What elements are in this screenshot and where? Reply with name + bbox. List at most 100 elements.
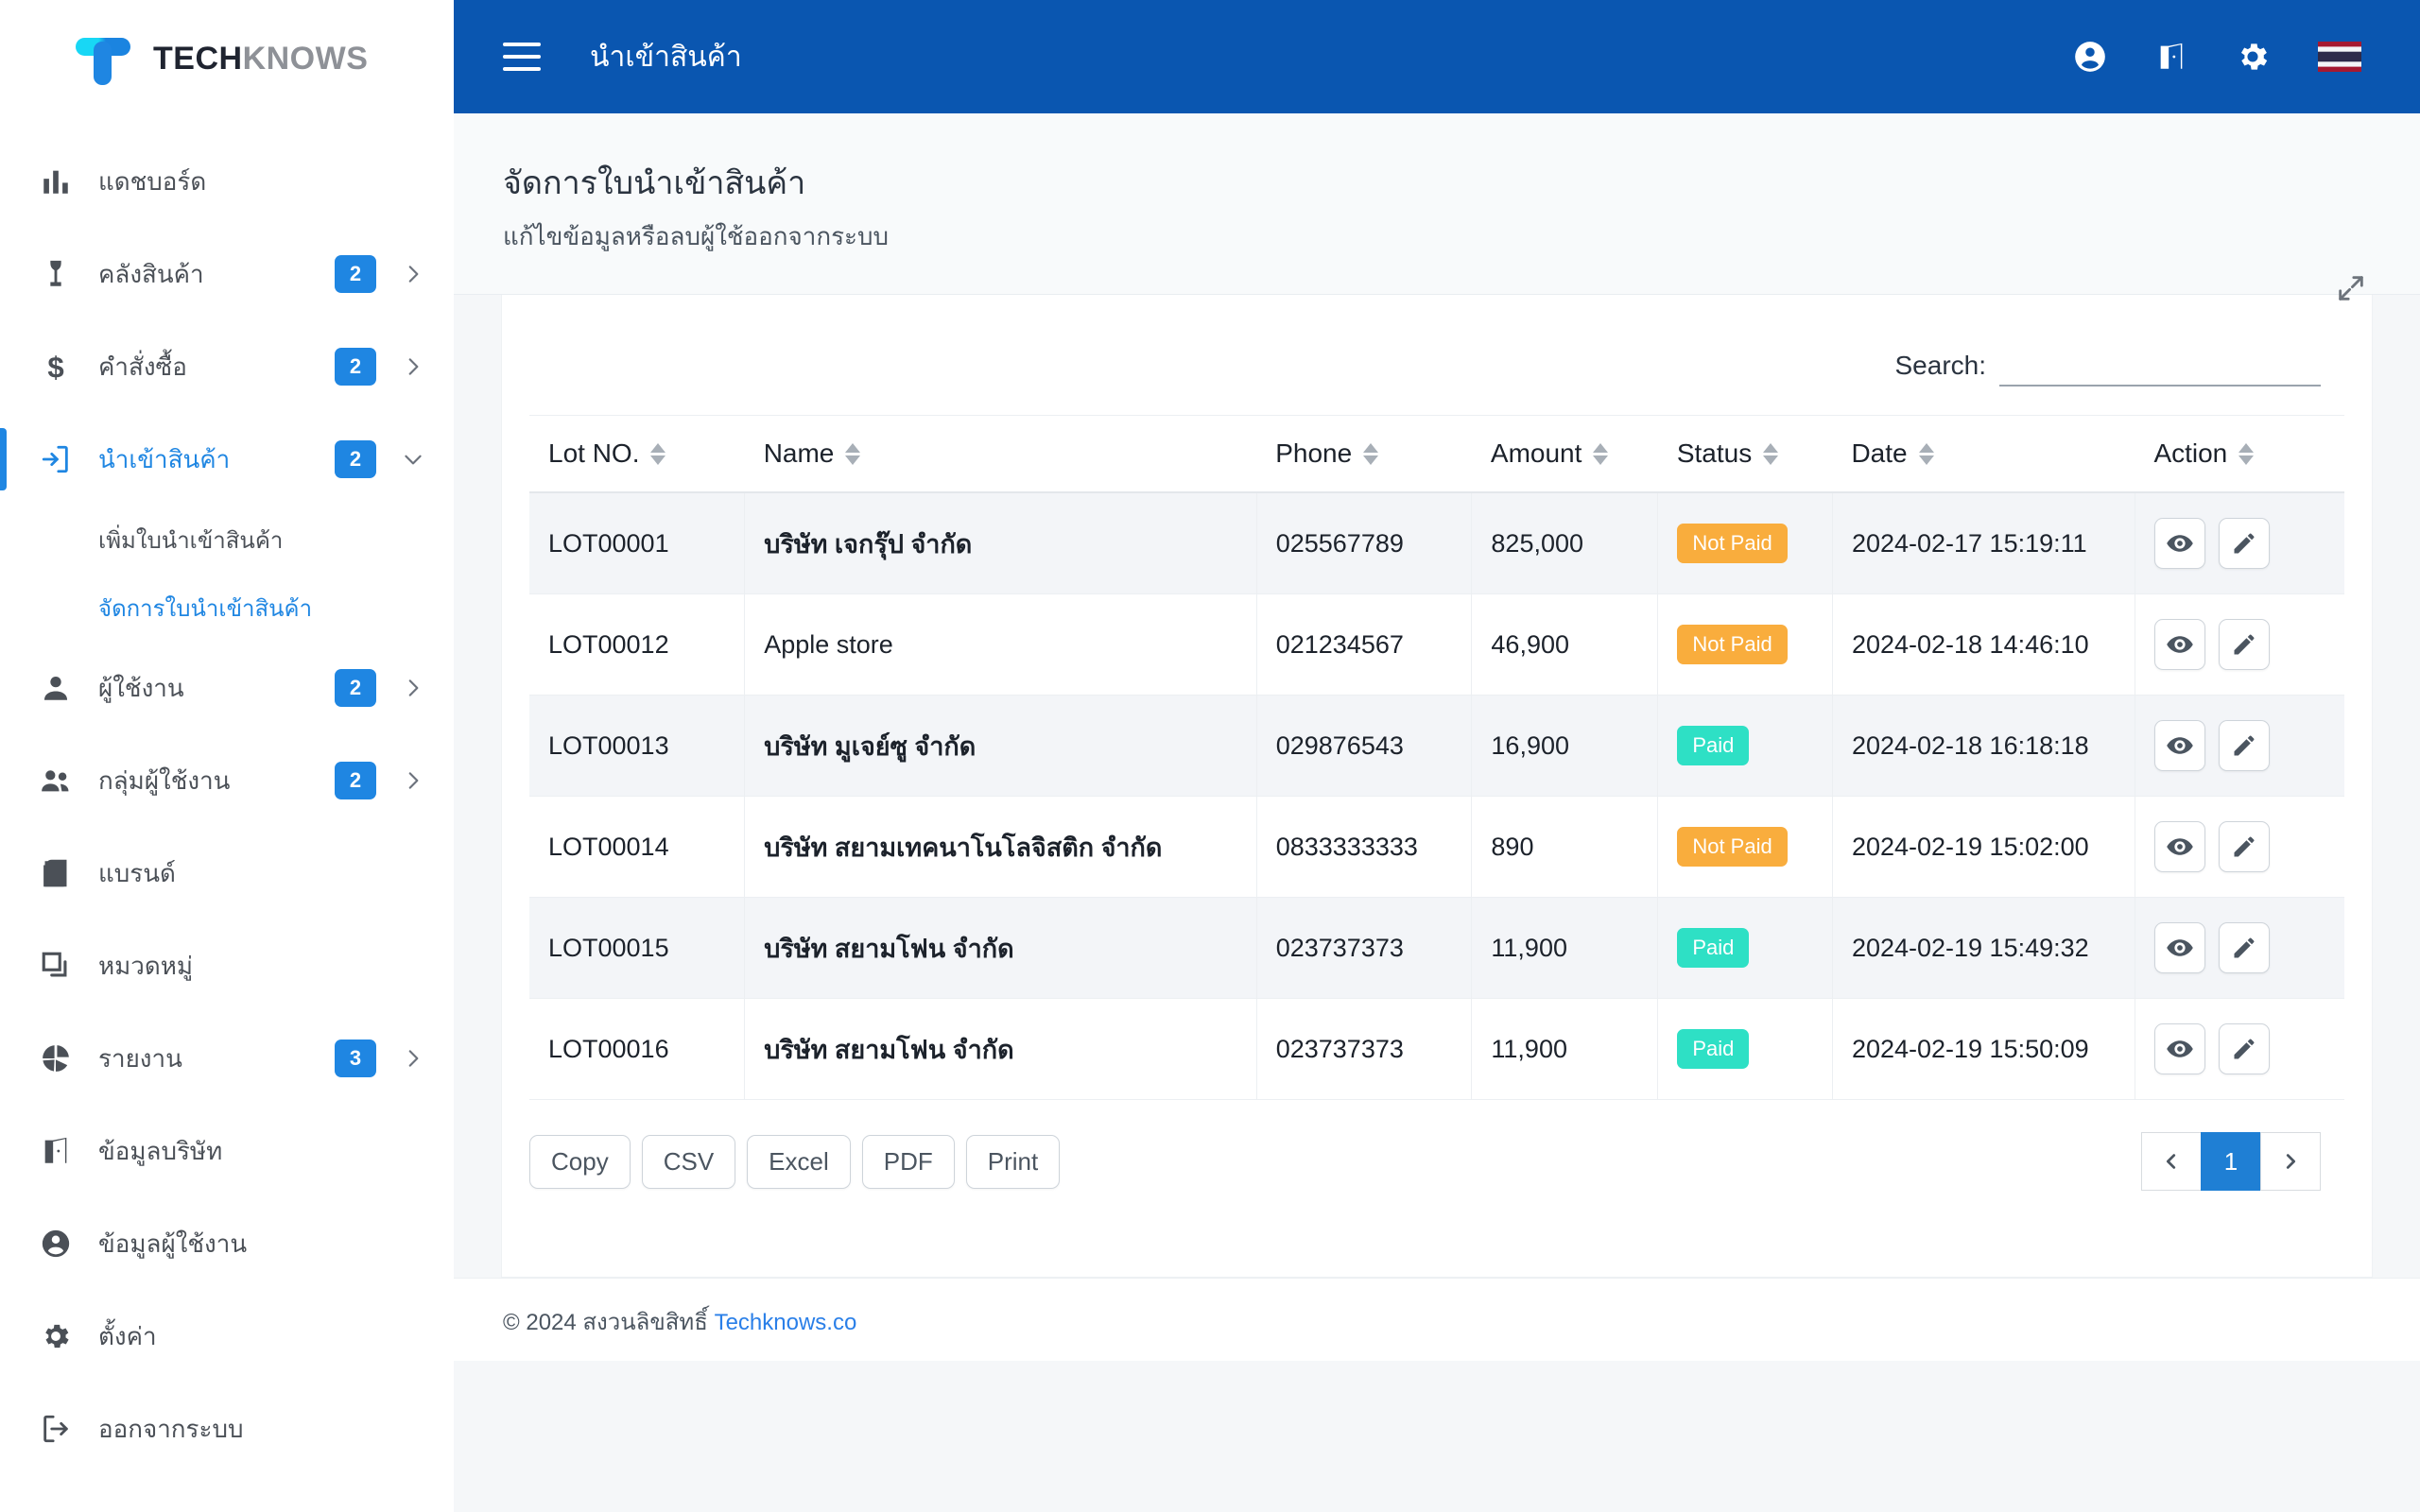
chevron-right-icon[interactable] <box>401 1046 425 1071</box>
cell-lot: LOT00012 <box>529 593 746 696</box>
logout-icon <box>34 1413 78 1445</box>
sidebar-item-3[interactable]: $ คำสั่งซื้อ 2 <box>0 320 454 413</box>
edit-button[interactable] <box>2218 518 2270 569</box>
export-excel-button[interactable]: Excel <box>747 1134 851 1189</box>
view-button[interactable] <box>2153 922 2205 973</box>
cell-action <box>2135 695 2344 797</box>
edit-button[interactable] <box>2218 922 2270 973</box>
company-icon[interactable] <box>2155 39 2187 75</box>
search-label: Search: <box>1894 350 1987 380</box>
sidebar-item-8[interactable]: หมวดหมู่ <box>0 919 454 1012</box>
status-badge: Not Paid <box>1677 625 1788 664</box>
cell-amount: 46,900 <box>1471 593 1659 696</box>
sidebar-subitem-2[interactable]: จัดการใบนำเข้าสินค้า <box>0 574 454 642</box>
people-icon <box>34 765 78 797</box>
pagination-page-1[interactable]: 1 <box>2201 1132 2261 1191</box>
view-button[interactable] <box>2153 518 2205 569</box>
pagination-next-button[interactable] <box>2260 1132 2321 1191</box>
view-button[interactable] <box>2153 720 2205 771</box>
view-button[interactable] <box>2153 1023 2205 1074</box>
expand-arrows-icon[interactable] <box>2335 272 2367 309</box>
sort-icon[interactable] <box>2238 442 2255 465</box>
view-button[interactable] <box>2153 619 2205 670</box>
sort-icon[interactable] <box>1363 442 1379 465</box>
edit-button[interactable] <box>2218 619 2270 670</box>
footer-link[interactable]: Techknows.co <box>715 1310 857 1335</box>
sort-icon[interactable] <box>650 442 666 465</box>
svg-text:$: $ <box>47 351 63 383</box>
column-header-amount[interactable]: Amount <box>1471 415 1658 493</box>
search-input[interactable] <box>1999 344 2321 387</box>
chevron-right-icon[interactable] <box>401 262 425 286</box>
sidebar-item-label: คำสั่งซื้อ <box>98 352 187 381</box>
pagination: 1 <box>2141 1132 2321 1191</box>
export-print-button[interactable]: Print <box>965 1134 1061 1189</box>
cell-lot: LOT00016 <box>529 998 746 1100</box>
account-circle-icon[interactable] <box>2072 39 2108 75</box>
column-header-lot-no[interactable]: Lot NO. <box>529 415 745 493</box>
export-pdf-button[interactable]: PDF <box>861 1134 955 1189</box>
column-header-status[interactable]: Status <box>1657 415 1833 493</box>
sidebar-item-2[interactable]: คลังสินค้า 2 <box>0 228 454 320</box>
bar-chart-icon <box>34 165 78 198</box>
sidebar-item-13[interactable]: ออกจากระบบ <box>0 1383 454 1475</box>
sidebar-item-6[interactable]: กลุ่มผู้ใช้งาน 2 <box>0 734 454 827</box>
chevron-down-icon[interactable] <box>401 447 425 472</box>
column-header-name[interactable]: Name <box>744 415 1257 493</box>
export-csv-button[interactable]: CSV <box>641 1134 736 1189</box>
table-header-row: Lot NO. Name Phone Amount Status Date Action <box>529 415 2344 493</box>
sort-icon[interactable] <box>845 442 861 465</box>
status-badge: Paid <box>1677 726 1750 765</box>
sidebar-item-label: แดชบอร์ด <box>98 166 207 196</box>
sidebar-item-label: คลังสินค้า <box>98 259 204 288</box>
sidebar-subitem-1[interactable]: เพิ่มใบนำเข้าสินค้า <box>0 506 454 574</box>
datatable-card: Search: Lot NO. Name Phone Amount Status Date… <box>501 295 2373 1278</box>
sidebar-item-badge: 2 <box>335 440 376 478</box>
column-header-label: Phone <box>1275 438 1353 468</box>
sidebar: TECHKNOWS แดชบอร์ดคลังสินค้า 2 $ คำสั่งซื้อ… <box>0 0 454 1512</box>
export-copy-button[interactable]: Copy <box>529 1134 631 1189</box>
edit-button[interactable] <box>2218 720 2270 771</box>
sidebar-item-badge: 2 <box>335 255 376 293</box>
sort-icon[interactable] <box>1918 442 1934 465</box>
sidebar-item-9[interactable]: รายงาน 3 <box>0 1012 454 1105</box>
sort-icon[interactable] <box>1593 442 1609 465</box>
gear-icon[interactable] <box>2235 39 2271 75</box>
sidebar-item-label: ออกจากระบบ <box>98 1414 244 1443</box>
column-header-date[interactable]: Date <box>1832 415 2135 493</box>
import-icon <box>34 443 78 475</box>
sidebar-item-11[interactable]: ข้อมูลผู้ใช้งาน <box>0 1197 454 1290</box>
page-title: จัดการใบนำเข้าสินค้า <box>503 165 806 201</box>
cell-status: Not Paid <box>1657 492 1833 594</box>
chevron-right-icon[interactable] <box>401 676 425 700</box>
column-header-phone[interactable]: Phone <box>1256 415 1472 493</box>
edit-button[interactable] <box>2218 821 2270 872</box>
cell-amount: 11,900 <box>1471 897 1659 999</box>
pagination-prev-button[interactable] <box>2141 1132 2202 1191</box>
sidebar-item-1[interactable]: แดชบอร์ด <box>0 135 454 228</box>
chevron-right-icon[interactable] <box>401 768 425 793</box>
cell-date: 2024-02-18 16:18:18 <box>1832 695 2135 797</box>
brand-name-secondary: KNOWS <box>242 41 369 77</box>
sidebar-item-10[interactable]: ข้อมูลบริษัท <box>0 1105 454 1197</box>
sidebar-item-4[interactable]: นำเข้าสินค้า 2 <box>0 413 454 506</box>
hamburger-menu-icon[interactable] <box>503 43 541 71</box>
sort-icon[interactable] <box>1763 442 1779 465</box>
sidebar-item-5[interactable]: ผู้ใช้งาน 2 <box>0 642 454 734</box>
thai-flag-icon[interactable] <box>2318 42 2361 72</box>
sidebar-item-badge: 2 <box>335 348 376 386</box>
view-button[interactable] <box>2153 821 2205 872</box>
pie-chart-icon <box>34 1042 78 1074</box>
techknows-logo-icon <box>74 30 132 89</box>
column-header-label: Name <box>763 438 835 468</box>
status-badge: Paid <box>1677 928 1750 968</box>
chevron-right-icon[interactable] <box>401 354 425 379</box>
sidebar-item-label: ผู้ใช้งาน <box>98 673 184 702</box>
cell-lot: LOT00013 <box>529 695 746 797</box>
brand-logo[interactable]: TECHKNOWS <box>0 0 454 118</box>
column-header-action[interactable]: Action <box>2135 415 2344 493</box>
sidebar-item-12[interactable]: ตั้งค่า <box>0 1290 454 1383</box>
sidebar-nav: แดชบอร์ด คลังสินค้า 2 $ คำสั่งซื้อ 2 นำเข้าสิน… <box>0 118 454 1512</box>
sidebar-item-7[interactable]: แบรนด์ <box>0 827 454 919</box>
edit-button[interactable] <box>2218 1023 2270 1074</box>
